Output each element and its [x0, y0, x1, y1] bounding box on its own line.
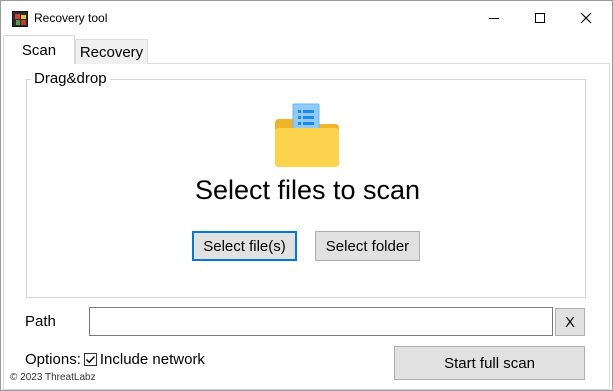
maximize-icon	[535, 13, 545, 23]
app-window: Recovery tool Scan Recovery Drag&drop Se…	[0, 0, 613, 391]
select-files-button[interactable]: Select file(s)	[192, 231, 297, 261]
minimize-button[interactable]	[471, 1, 517, 35]
close-icon	[580, 12, 592, 24]
minimize-icon	[489, 17, 499, 19]
start-full-scan-button[interactable]: Start full scan	[394, 346, 585, 380]
window-title: Recovery tool	[34, 11, 108, 25]
tab-scan[interactable]: Scan	[3, 35, 75, 64]
include-network-checkbox[interactable]	[83, 353, 97, 366]
clear-path-button[interactable]: X	[555, 308, 585, 336]
options-row: Options: Include network	[25, 351, 205, 368]
include-network-label[interactable]: Include network	[100, 351, 205, 368]
options-label: Options:	[25, 351, 81, 368]
folder-document-icon	[275, 103, 339, 167]
tab-recovery[interactable]: Recovery	[75, 39, 148, 64]
path-label: Path	[25, 313, 56, 330]
close-button[interactable]	[563, 1, 609, 35]
app-icon	[12, 11, 28, 27]
title-bar[interactable]: Recovery tool	[1, 1, 612, 35]
copyright-text: © 2023 ThreatLabz	[10, 372, 96, 383]
checkmark-icon	[85, 356, 95, 364]
maximize-button[interactable]	[517, 1, 563, 35]
path-input[interactable]	[89, 307, 553, 336]
dropzone-heading: Select files to scan	[194, 175, 421, 205]
dragdrop-legend: Drag&drop	[31, 70, 110, 87]
select-folder-button[interactable]: Select folder	[315, 231, 420, 261]
